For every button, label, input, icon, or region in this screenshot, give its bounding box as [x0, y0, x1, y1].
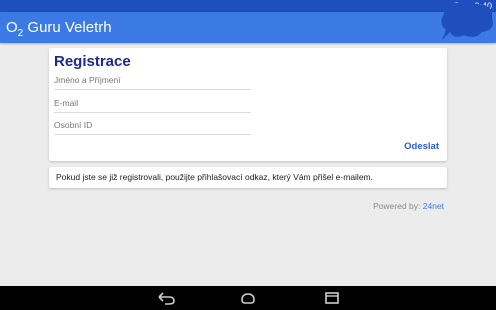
name-input[interactable]: [54, 70, 251, 90]
powered-by-link[interactable]: 24net: [423, 201, 444, 211]
back-icon: [158, 292, 175, 305]
email-input[interactable]: [54, 93, 251, 113]
recents-button[interactable]: [322, 290, 342, 306]
chat-bubble-icon: [441, 1, 493, 41]
navigation-bar: [0, 286, 496, 310]
info-card: Pokud jste se již registrovali, použijte…: [49, 167, 447, 188]
name-field[interactable]: [54, 70, 251, 90]
back-button[interactable]: [156, 290, 176, 306]
registration-card: Registrace Odeslat: [49, 48, 447, 161]
powered-by: Powered by: 24net: [373, 201, 444, 211]
app-title: O2 Guru Veletrh: [6, 19, 112, 39]
recents-icon: [325, 292, 339, 304]
personal-id-input[interactable]: [54, 115, 251, 135]
home-button[interactable]: [238, 290, 258, 306]
info-text: Pokud jste se již registrovali, použijte…: [56, 172, 373, 182]
app-bar: O2 Guru Veletrh: [0, 12, 496, 43]
personal-id-field[interactable]: [54, 115, 251, 135]
status-bar: 0:40: [0, 0, 496, 12]
send-button[interactable]: Odeslat: [404, 141, 439, 152]
email-field[interactable]: [54, 93, 251, 113]
home-icon: [241, 293, 255, 304]
registration-title: Registrace: [54, 53, 131, 70]
